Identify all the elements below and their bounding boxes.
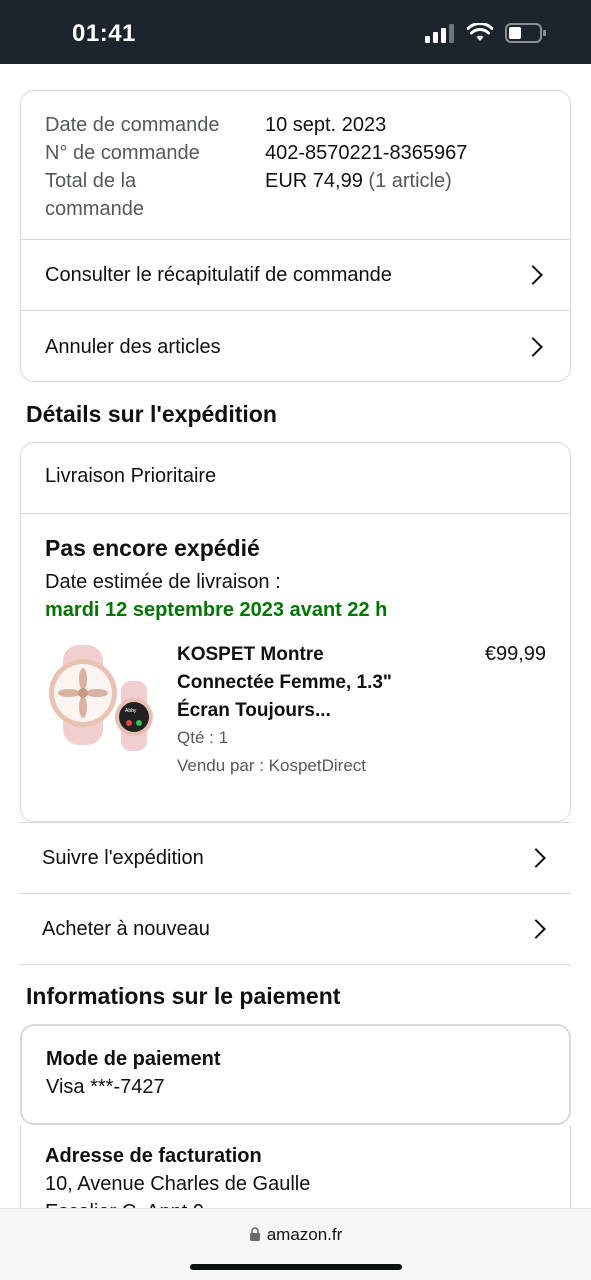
shipment-status: Pas encore expédié: [45, 535, 260, 561]
watch-screen-text: Abby: [125, 708, 137, 714]
status-icons: [425, 22, 547, 44]
chevron-right-icon: [523, 265, 543, 285]
shipping-method: Livraison Prioritaire: [45, 465, 217, 487]
product-quantity: Qté : 1: [177, 728, 229, 747]
order-date-label: Date de commande: [45, 114, 220, 136]
delivery-estimate-label: Date estimée de livraison :: [45, 571, 281, 593]
shipment-card: Livraison Prioritaire Pas encore expédié…: [20, 442, 571, 822]
wifi-icon: [467, 23, 493, 41]
divider: [20, 964, 571, 965]
home-indicator: [190, 1264, 402, 1270]
order-date-value: 10 sept. 2023: [265, 114, 387, 136]
cancel-items-link[interactable]: Annuler des articles: [21, 311, 570, 381]
url-text: amazon.fr: [266, 1225, 343, 1244]
order-item-count: (1 article): [368, 170, 452, 192]
view-order-summary-link[interactable]: Consulter le récapitulatif de commande: [21, 240, 570, 310]
chevron-right-icon: [526, 848, 546, 868]
billing-address-label: Adresse de facturation: [45, 1145, 262, 1167]
address-bar[interactable]: amazon.fr: [0, 1225, 591, 1245]
order-summary-card: Date de commande 10 sept. 2023 N° de com…: [20, 90, 571, 382]
smartwatch-image: Abby: [49, 645, 153, 751]
battery-icon: [505, 23, 546, 43]
order-total-value: EUR 74,99 (1 article): [265, 170, 452, 192]
payment-section-title: Informations sur le paiement: [26, 983, 341, 1009]
buy-again-link[interactable]: Acheter à nouveau: [20, 894, 571, 964]
divider: [21, 513, 570, 514]
browser-bottom-bar: amazon.fr: [0, 1208, 591, 1280]
track-shipment-link[interactable]: Suivre l'expédition: [20, 823, 571, 893]
product-image[interactable]: Abby: [45, 641, 157, 753]
chevron-right-icon: [523, 337, 543, 357]
payment-method-card: Mode de paiement Visa ***-7427: [20, 1024, 571, 1125]
delivery-estimate-value: mardi 12 septembre 2023 avant 22 h: [45, 599, 388, 621]
product-seller: Vendu par : KospetDirect: [177, 756, 367, 775]
product-title[interactable]: KOSPET Montre Connectée Femme, 1.3" Écra…: [177, 641, 427, 725]
billing-address-line1: 10, Avenue Charles de Gaulle: [45, 1173, 311, 1195]
payment-method-value: Visa ***-7427: [46, 1076, 165, 1098]
status-time: 01:41: [72, 20, 136, 47]
billing-address-block: Adresse de facturation 10, Avenue Charle…: [20, 1125, 571, 1223]
order-number-label: N° de commande: [45, 142, 200, 164]
status-bar: 01:41: [0, 0, 591, 64]
product-price: €99,99: [484, 643, 546, 665]
shipping-section-title: Détails sur l'expédition: [26, 401, 277, 427]
order-total-label: Total de la commande: [45, 170, 144, 220]
order-details-page: Afficher des détails de commande Date de…: [0, 0, 591, 1280]
lock-icon: [249, 1227, 260, 1241]
order-number-value: 402-8570221-8365967: [265, 142, 468, 164]
payment-method-label: Mode de paiement: [46, 1048, 221, 1070]
chevron-right-icon: [526, 919, 546, 939]
signal-icon: [425, 24, 454, 43]
